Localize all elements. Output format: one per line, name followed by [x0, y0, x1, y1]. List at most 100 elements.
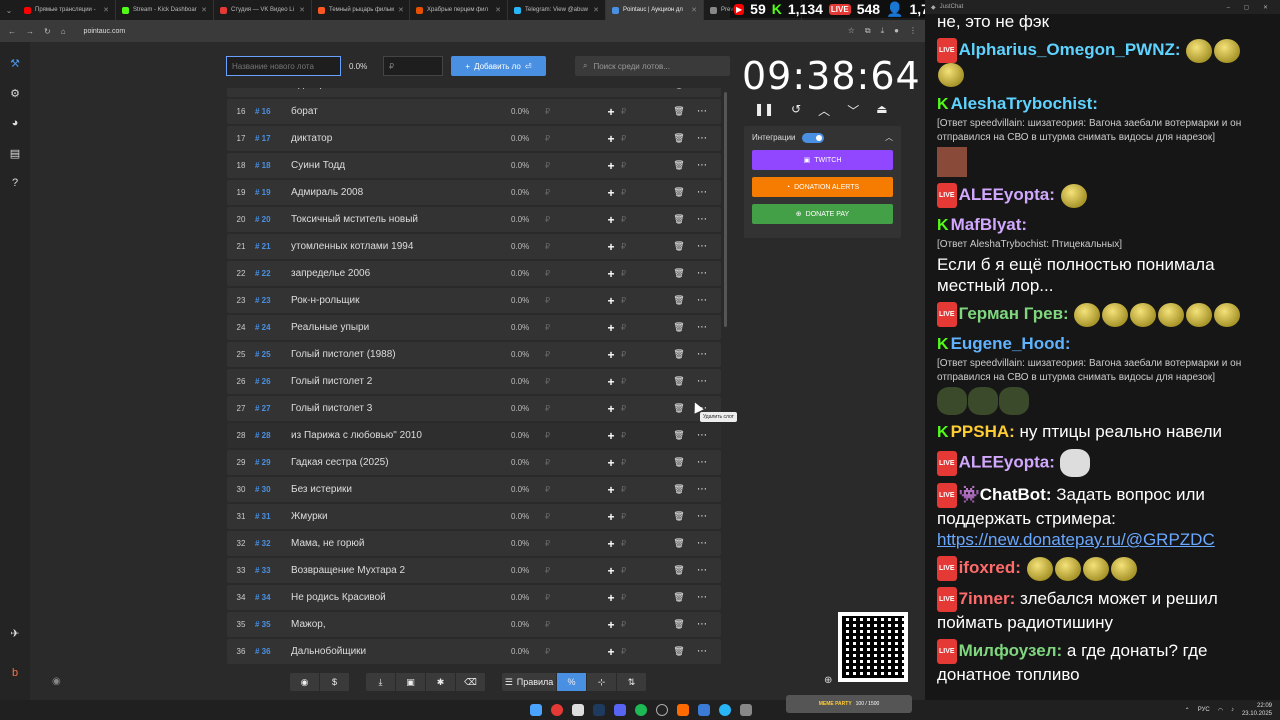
delete-slot-icon[interactable]: 🗑: [669, 88, 689, 90]
lot-amount-field[interactable]: ₽: [545, 323, 601, 332]
lot-amount-field[interactable]: ₽: [545, 88, 601, 89]
tab-close-icon[interactable]: ✕: [495, 6, 501, 14]
lot-row[interactable]: 15# 15Идиократия0.0%₽+₽🗑⋯: [227, 88, 721, 97]
lot-name[interactable]: Возвращение Мухтара 2: [291, 565, 511, 576]
lot-name[interactable]: Не родись Красивой: [291, 592, 511, 603]
lot-extra-amount-field[interactable]: ₽: [621, 296, 669, 305]
lot-add-plus-icon[interactable]: +: [601, 402, 621, 416]
save-icon[interactable]: ▣: [396, 673, 426, 691]
more-options-icon[interactable]: ⋯: [689, 457, 715, 468]
menu-icon[interactable]: ⋮: [909, 26, 917, 36]
browser-tab[interactable]: Telegram: View @abuw ✕: [508, 0, 606, 20]
lot-add-plus-icon[interactable]: +: [601, 159, 621, 173]
eye-icon[interactable]: ◉: [52, 676, 61, 687]
lot-name[interactable]: Мажор,: [291, 619, 511, 630]
lot-amount-field[interactable]: ₽: [545, 647, 601, 656]
more-options-icon[interactable]: ⋯: [689, 133, 715, 144]
lot-extra-amount-field[interactable]: ₽: [621, 350, 669, 359]
chat-author[interactable]: MafBlyat:: [951, 215, 1028, 234]
delete-slot-icon[interactable]: 🗑: [669, 565, 689, 576]
delete-slot-icon[interactable]: 🗑: [669, 133, 689, 144]
browser-tab[interactable]: Студия — VK Видео Li ✕: [214, 0, 312, 20]
more-options-icon[interactable]: ⋯: [689, 88, 715, 90]
delete-slot-icon[interactable]: 🗑: [669, 160, 689, 171]
lot-add-plus-icon[interactable]: +: [601, 186, 621, 200]
lot-name[interactable]: Без истерики: [291, 484, 511, 495]
chat-author[interactable]: Eugene_Hood:: [951, 334, 1071, 353]
chat-author[interactable]: ChatBot:: [980, 485, 1052, 504]
reset-icon[interactable]: ↺: [791, 102, 801, 119]
lot-amount-field[interactable]: ₽: [545, 350, 601, 359]
lot-name[interactable]: диктатор: [291, 133, 511, 144]
clear-icon[interactable]: ⌫: [456, 673, 486, 691]
volume-icon[interactable]: ♪: [1231, 707, 1234, 713]
explorer-icon[interactable]: [572, 704, 584, 716]
delete-slot-icon[interactable]: 🗑: [669, 511, 689, 522]
delete-slot-icon[interactable]: 🗑: [669, 214, 689, 225]
lot-extra-amount-field[interactable]: ₽: [621, 161, 669, 170]
chat-author[interactable]: Герман Грев:: [959, 304, 1069, 323]
lot-amount-field[interactable]: ₽: [545, 539, 601, 548]
tab-close-icon[interactable]: ✕: [398, 6, 404, 14]
reload-icon[interactable]: ↻: [44, 27, 51, 36]
lot-row[interactable]: 22 # 22 запределье 2006 0.0% ₽ + ₽ 🗑 ⋯: [227, 261, 721, 286]
chat-author[interactable]: ALEEyopta:: [959, 185, 1055, 204]
delete-slot-icon[interactable]: 🗑: [669, 187, 689, 198]
telegram-taskbar-icon[interactable]: [719, 704, 731, 716]
lot-extra-amount-field[interactable]: ₽: [621, 647, 669, 656]
delete-slot-icon[interactable]: 🗑: [669, 403, 689, 414]
more-options-icon[interactable]: ⋯: [689, 592, 715, 603]
lot-extra-amount-field[interactable]: ₽: [621, 88, 669, 89]
lot-row[interactable]: 21 # 21 утомленных котлами 1994 0.0% ₽ + ₽ 🗑 ⋯: [227, 234, 721, 259]
lot-name[interactable]: из Парижа с любовью" 2010: [291, 430, 511, 441]
chat-author[interactable]: 7inner:: [959, 589, 1016, 608]
more-options-icon[interactable]: ⋯: [689, 565, 715, 576]
more-options-icon[interactable]: ⋯: [689, 241, 715, 252]
browser-tab[interactable]: Прямые трансляции - ✕: [18, 0, 116, 20]
lot-row[interactable]: 36 # 36 Дальнобойщики 0.0% ₽ + ₽ 🗑 ⋯: [227, 639, 721, 664]
bug-icon[interactable]: ✱: [426, 673, 456, 691]
more-options-icon[interactable]: ⋯: [689, 160, 715, 171]
integrations-toggle[interactable]: [801, 132, 824, 143]
lot-add-plus-icon[interactable]: +: [601, 132, 621, 146]
chat-author[interactable]: PPSHA:: [951, 422, 1015, 441]
delete-slot-icon[interactable]: 🗑: [669, 430, 689, 441]
lot-row[interactable]: 16 # 16 борат 0.0% ₽ + ₽ 🗑 ⋯: [227, 99, 721, 124]
lot-amount-field[interactable]: ₽: [545, 134, 601, 143]
lot-name[interactable]: Идиократия: [291, 88, 511, 90]
more-options-icon[interactable]: ⋯: [689, 349, 715, 360]
more-options-icon[interactable]: ⋯: [689, 511, 715, 522]
language-indicator[interactable]: РУС: [1198, 707, 1210, 713]
steam-icon[interactable]: [593, 704, 605, 716]
lot-extra-amount-field[interactable]: ₽: [621, 134, 669, 143]
more-options-icon[interactable]: ⋯: [689, 538, 715, 549]
chat-author[interactable]: Alpharius_Omegon_PWNZ:: [959, 40, 1181, 59]
lot-add-plus-icon[interactable]: +: [601, 105, 621, 119]
tab-close-icon[interactable]: ✕: [103, 6, 109, 14]
extension-icon[interactable]: ⧉: [865, 26, 871, 36]
app-icon-3[interactable]: [740, 704, 752, 716]
tab-close-icon[interactable]: ✕: [691, 6, 697, 14]
lot-row[interactable]: 25 # 25 Голый пистолет (1988) 0.0% ₽ + ₽ 🗑 ⋯: [227, 342, 721, 367]
url-field[interactable]: pointauc.com: [84, 28, 126, 35]
delete-slot-icon[interactable]: 🗑: [669, 619, 689, 630]
sort-icon[interactable]: ⇅: [617, 673, 647, 691]
download-icon[interactable]: ⤓: [881, 26, 885, 36]
chat-link[interactable]: https://new.donatepay.ru/@GRPZDC: [937, 530, 1215, 549]
history-icon[interactable]: ▤: [6, 144, 24, 162]
lot-amount-field[interactable]: ₽: [545, 512, 601, 521]
more-options-icon[interactable]: ⋯: [689, 430, 715, 441]
help-icon[interactable]: ?: [6, 174, 24, 192]
lot-name-input[interactable]: [226, 56, 341, 76]
delete-slot-icon[interactable]: 🗑: [669, 376, 689, 387]
lot-name[interactable]: Токсичный мститель новый: [291, 214, 511, 225]
more-options-icon[interactable]: ⋯: [689, 646, 715, 657]
chat-author[interactable]: Милфоузел:: [959, 641, 1063, 660]
lot-extra-amount-field[interactable]: ₽: [621, 215, 669, 224]
browser-tab[interactable]: Stream - Kick Dashboar ✕: [116, 0, 214, 20]
lot-extra-amount-field[interactable]: ₽: [621, 431, 669, 440]
timer-top-icon[interactable]: ⏏: [876, 102, 887, 119]
lot-extra-amount-field[interactable]: ₽: [621, 620, 669, 629]
lot-name[interactable]: Мама, не горюй: [291, 538, 511, 549]
more-options-icon[interactable]: ⋯: [689, 268, 715, 279]
